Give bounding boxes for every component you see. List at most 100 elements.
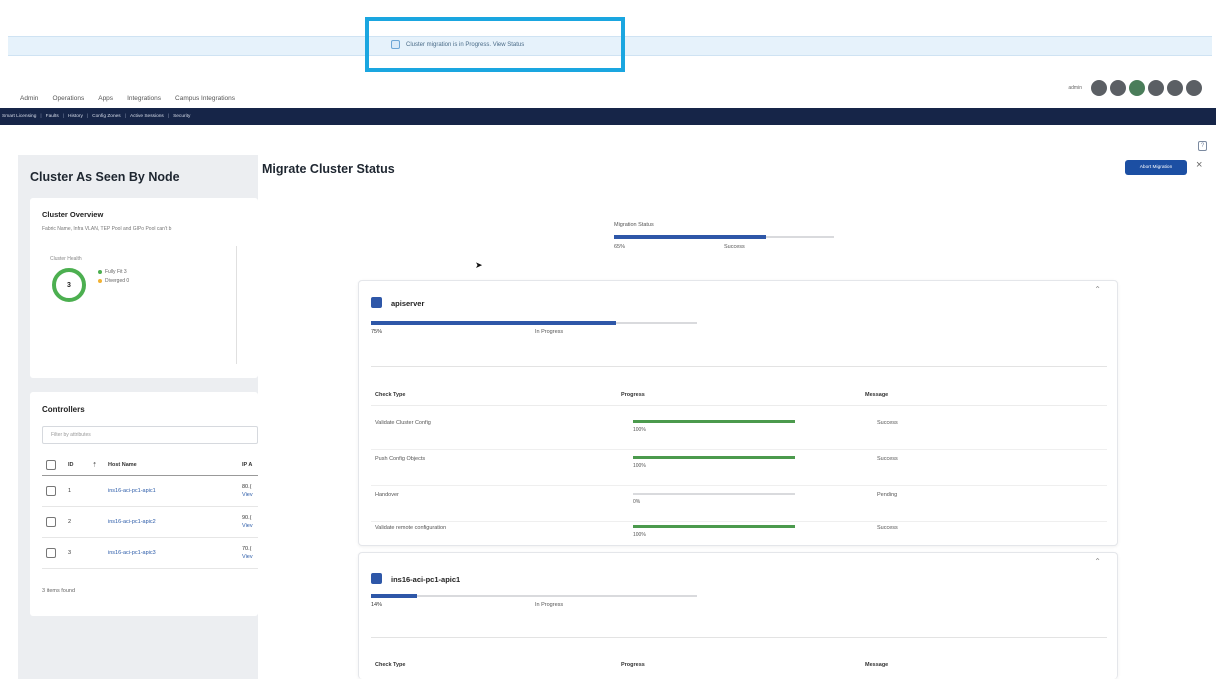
separator: | [86,114,89,119]
select-all-checkbox[interactable] [46,459,56,470]
node-icon [371,297,382,308]
username[interactable]: admin [1068,85,1082,91]
check-progress-bar [633,420,795,423]
check-row: Push Config Objects 100% Success [371,450,1107,486]
alerts-icon[interactable] [1110,80,1126,96]
check-progress-bar [633,525,795,528]
check-progress-bar [633,456,795,459]
subnav-active-sessions[interactable]: Active Sessions [130,114,164,119]
sync-icon [391,40,400,49]
host-link[interactable]: ins16-aci-pc1-apic2 [108,519,156,525]
legend-diverged: Diverged 0 [98,277,129,286]
node-card-apiserver: apiserver ⌃ 75% In Progress Check Type P… [358,280,1118,546]
host-header[interactable]: Host Name [108,462,137,468]
message-header: Message [865,392,889,398]
ip-value: 70.( [242,546,252,552]
items-found: 3 items found [42,588,76,594]
check-percent: 100% [633,427,646,433]
view-link[interactable]: Viev [242,553,253,561]
cluster-health-donut: 3 [52,268,86,302]
host-link[interactable]: ins16-aci-pc1-apic3 [108,550,156,556]
chevron-up-icon[interactable]: ⌃ [1094,285,1101,294]
help-icon[interactable]: ? [1198,141,1207,151]
subnav-security[interactable]: Security [173,114,190,119]
nav-campus-integrations[interactable]: Campus Integrations [175,95,235,102]
node-percent: 75% [371,329,383,335]
row-id: 3 [68,550,72,556]
chevron-up-icon[interactable]: ⌃ [1094,557,1101,566]
migration-progress-fill [614,235,766,239]
check-row: Handover 0% Pending [371,486,1107,522]
controllers-card: Controllers ID ⇡ Host Name IP A 1 ins16-… [30,392,258,616]
ip-value: 90.( [242,515,252,521]
ip-header[interactable]: IP A [242,461,252,469]
progress-header: Progress [621,662,645,668]
check-type: Handover [375,492,399,498]
main-nav: Admin Operations Apps Integrations Campu… [20,95,235,102]
migration-percent: 65% [614,244,626,250]
view-link[interactable]: Viev [242,491,253,499]
row-checkbox[interactable] [46,548,56,558]
progress-header: Progress [621,392,645,398]
migration-status-label: Migration Status [614,222,654,228]
cluster-overview-subtitle: Fabric Name, Infra VLAN, TEP Pool and GI… [42,226,172,232]
search-icon[interactable] [1091,80,1107,96]
ip-cell: 70.(Viev [242,545,253,561]
nav-apps[interactable]: Apps [98,95,113,102]
check-percent: 100% [633,532,646,538]
view-link[interactable]: Viev [242,522,253,530]
ip-cell: 90.(Viev [242,514,253,530]
ip-cell: 80.(Viev [242,483,253,499]
row-checkbox[interactable] [46,486,56,496]
check-type-header: Check Type [375,392,406,398]
check-progress-fill [633,420,795,423]
legend-count: 3 [123,269,127,275]
table-header: ID ⇡ Host Name IP A [42,454,258,476]
check-message: Success [877,525,898,531]
table-row: 1 ins16-aci-pc1-apic1 80.(Viev [42,476,258,507]
node-progress-fill [371,594,417,598]
filter-input[interactable] [42,426,258,444]
abort-migration-button[interactable]: Abort Migration [1125,160,1187,175]
row-checkbox[interactable] [46,517,56,527]
subnav-smart-licensing[interactable]: Smart Licensing [2,114,36,119]
health-icon[interactable] [1129,80,1145,96]
divider [236,246,237,364]
legend-fully-fit: Fully Fit 3 [98,268,129,277]
subnav-faults[interactable]: Faults [46,114,59,119]
user-icon[interactable] [1186,80,1202,96]
legend-count: 0 [126,278,130,284]
nav-integrations[interactable]: Integrations [127,95,161,102]
subnav-history[interactable]: History [68,114,83,119]
check-type: Push Config Objects [375,456,426,462]
check-type: Validate remote configuration [375,525,447,531]
settings-icon[interactable] [1148,80,1164,96]
nav-admin[interactable]: Admin [20,95,38,102]
node-progress-fill [371,321,616,325]
check-row: Validate remote configuration 100% Succe… [371,519,1107,547]
table-row: 2 ins16-aci-pc1-apic2 90.(Viev [42,507,258,538]
subnav-config-zones[interactable]: Config Zones [92,114,121,119]
page-title: Cluster As Seen By Node [30,170,180,184]
help-icon[interactable] [1167,80,1183,96]
cluster-health-label: Cluster Health [50,256,82,262]
cluster-health-value: 3 [67,281,71,289]
check-type-header: Check Type [375,662,406,668]
node-card-apic1: ins16-aci-pc1-apic1 ⌃ 14% In Progress Ch… [358,552,1118,679]
separator: | [124,114,126,119]
nav-operations[interactable]: Operations [52,95,84,102]
banner-text[interactable]: Cluster migration is in Progress. View S… [406,42,524,48]
node-progress-bar [371,594,697,598]
check-progress-fill [633,456,795,459]
migration-status-banner[interactable]: Cluster migration is in Progress. View S… [365,17,625,72]
check-percent: 0% [633,499,641,505]
check-row: Validate Cluster Config 100% Success [371,414,1107,450]
host-link[interactable]: ins16-aci-pc1-apic1 [108,488,156,494]
node-state: In Progress [535,329,564,335]
close-icon[interactable]: × [1196,159,1202,171]
status-dot [98,278,102,283]
id-header[interactable]: ID [68,462,74,468]
user-toolbar: admin [1068,80,1202,96]
sort-icon[interactable]: ⇡ [92,461,97,468]
legend-label: Diverged [105,278,126,284]
